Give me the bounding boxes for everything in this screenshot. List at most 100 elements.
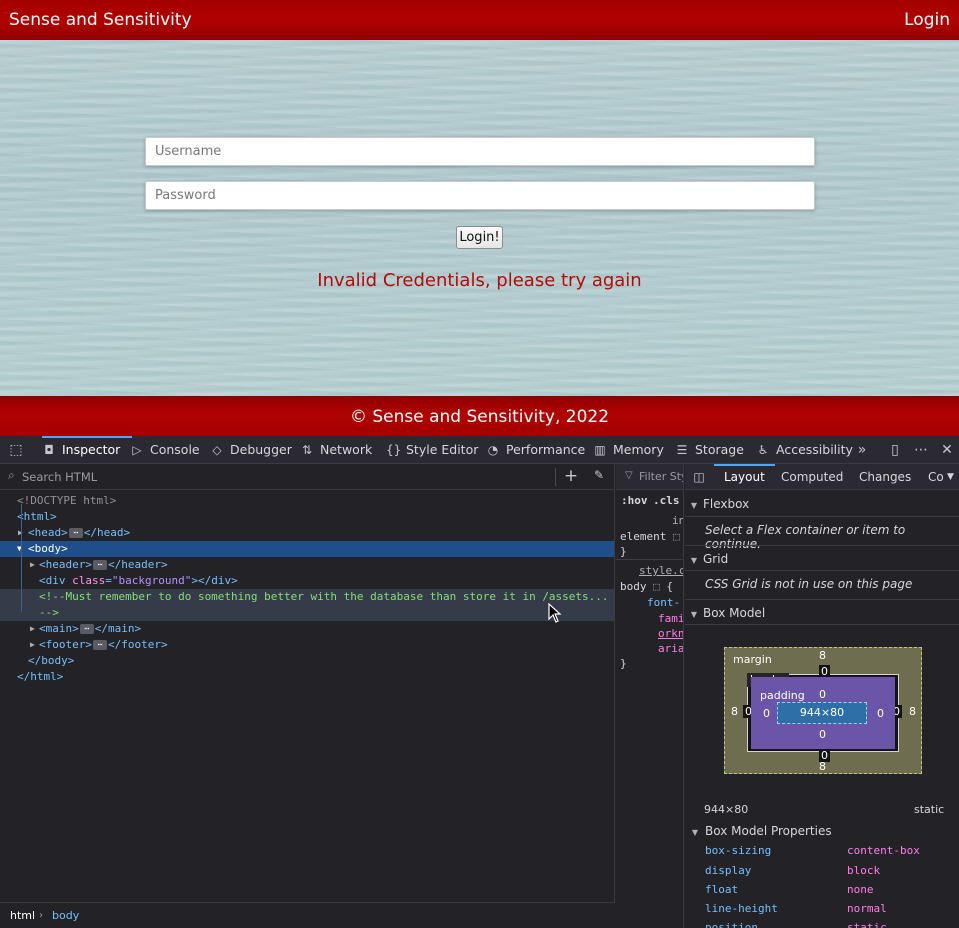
site-title[interactable]: Sense and Sensitivity [9,0,192,40]
element-label: element [620,530,667,543]
markup-line[interactable]: ▶<head>⋯</head> [0,525,614,541]
border-bottom-value[interactable]: 0 [819,749,830,762]
comment-node-end: --> [39,606,59,619]
rules-filter-bar: ▽ Filter Styl [616,464,683,490]
element-position: static [914,803,945,816]
property-name[interactable]: font- [647,596,680,609]
collapse-arrow-icon[interactable]: ▼ [17,541,27,557]
tab-storage[interactable]: ☰ Storage [675,436,744,464]
margin-right-value[interactable]: 8 [909,705,916,718]
tab-computed[interactable]: Computed [781,464,843,490]
tab-network[interactable]: ⇅ Network [300,436,372,464]
head-tag-name: head [34,526,62,539]
tab-performance[interactable]: ◔ Performance [486,436,585,464]
markup-line-selected[interactable]: ▼ <body> [0,541,614,557]
tab-label: Storage [695,442,744,457]
collapsed-content-badge[interactable]: ⋯ [93,640,107,650]
section-title: Box Model Properties [705,824,832,838]
padding-right-value[interactable]: 0 [877,707,884,720]
password-input[interactable] [145,181,815,210]
add-node-icon[interactable]: + [561,466,581,486]
padding-top-value[interactable]: 0 [819,688,826,701]
markup-tree: <!DOCTYPE html> <html> ▶<head>⋯</head> ▼… [0,493,614,685]
grid-section-header[interactable]: ▼ Grid [685,545,959,571]
markup-line[interactable]: ▶ <main> ⋯ </main> [0,621,614,637]
property-value[interactable]: fami [658,612,683,625]
login-button[interactable]: Login! [456,226,503,249]
sidebar-tabs: ◫ Layout Computed Changes Co ▼ [685,464,959,490]
box-model-section-header[interactable]: ▼ Box Model [685,599,959,625]
tab-memory[interactable]: ▥ Memory [593,436,664,464]
filter-icon: ▽ [625,470,633,481]
markup-line[interactable]: --> [0,605,614,621]
body-tag-name: body [34,542,62,555]
margin-left-value[interactable]: 8 [731,705,738,718]
expand-arrow-icon[interactable]: ▶ [30,637,40,653]
username-input[interactable] [145,137,815,166]
breadcrumb-separator-icon: › [39,910,43,921]
tab-style-editor[interactable]: {} Style Editor [386,436,478,464]
property-value[interactable]: aria [658,642,683,655]
tab-inspector[interactable]: ◘ Inspector [42,436,133,464]
padding-bottom-value[interactable]: 0 [819,728,826,741]
markup-line[interactable]: ▶ <footer> ⋯ </footer> [0,637,614,653]
property-value[interactable]: orkn [658,627,683,640]
box-model-properties-header[interactable]: ▼ Box Model Properties [685,821,959,841]
expand-arrow-icon[interactable]: ▶ [30,557,40,573]
login-link[interactable]: Login [904,0,950,40]
close-icon[interactable]: ✕ [937,436,957,464]
tab-compatibility[interactable]: Co [928,464,944,490]
markup-line[interactable]: </html> [0,669,614,685]
markup-line[interactable]: ▶ <header> ⋯ </header> [0,557,614,573]
chevron-down-icon[interactable]: ▼ [947,464,954,490]
collapsed-content-badge[interactable]: ⋯ [79,624,94,634]
toggle-sidebar-icon[interactable]: ◫ [689,464,709,491]
collapse-arrow-icon: ▼ [690,501,698,510]
tab-debugger[interactable]: ◇ Debugger [210,436,292,464]
hover-toggle[interactable]: :hov [621,494,648,507]
breadcrumb-html[interactable]: html [10,903,35,928]
options-menu-icon[interactable]: ⋯ [911,436,931,464]
element-picker-icon[interactable]: ⬚ [6,436,26,464]
collapse-arrow-icon: ▼ [690,610,698,619]
property-value: content-box [847,844,920,857]
collapsed-content-badge[interactable]: ⋯ [68,528,83,538]
tab-console[interactable]: ▷ Console [130,436,199,464]
flexbox-section-header[interactable]: ▼ Flexbox [685,491,959,517]
html-tag-name: html [23,510,51,523]
tab-changes[interactable]: Changes [859,464,911,490]
expand-arrow-icon[interactable]: ▶ [18,525,28,541]
box-model-border[interactable]: border 0 0 0 0 padding 0 0 0 0 944×80 [743,665,902,762]
responsive-design-icon[interactable]: ▯ [885,436,905,464]
property-row: float none [705,883,955,902]
markup-line[interactable]: <!--Must remember to do something better… [0,589,614,605]
markup-line[interactable]: </body> [0,653,614,669]
grid-highlight-icon[interactable]: ⬚ [673,530,680,543]
markup-line[interactable]: <div class="background"></div> [0,573,614,589]
box-model-margin[interactable]: margin 8 8 8 8 border 0 0 0 0 padding 0 … [724,647,922,774]
style-editor-icon: {} [386,443,402,457]
debugger-icon: ◇ [212,443,222,457]
collapsed-content-badge[interactable]: ⋯ [93,560,107,570]
tab-layout[interactable]: Layout [714,464,775,490]
stylesheet-link[interactable]: style.c [639,564,683,577]
grid-highlight-icon[interactable]: ⬚ [653,580,660,593]
more-tabs-chevron-icon[interactable]: » [852,436,872,464]
eyedropper-icon[interactable]: ✎ [590,468,608,482]
expand-arrow-icon[interactable]: ▶ [30,621,40,637]
selector-text: body [620,580,647,593]
box-model-content[interactable]: 944×80 [777,702,867,724]
box-model-padding[interactable]: padding 0 0 0 0 944×80 [751,677,895,749]
filter-styles-input[interactable]: Filter Styl [639,470,683,483]
mouse-cursor-icon [548,603,562,623]
divider [616,559,683,560]
tab-accessibility[interactable]: ♿ Accessibility [756,436,853,464]
class-toggle[interactable]: .cls [653,494,680,507]
markup-line[interactable]: <html> [0,509,614,525]
margin-top-value[interactable]: 8 [819,649,826,662]
padding-left-value[interactable]: 0 [763,707,770,720]
tab-label: Accessibility [776,442,853,457]
search-html-input[interactable] [22,467,552,487]
markup-line[interactable]: <!DOCTYPE html> [0,493,614,509]
breadcrumb-body[interactable]: body [52,903,79,928]
